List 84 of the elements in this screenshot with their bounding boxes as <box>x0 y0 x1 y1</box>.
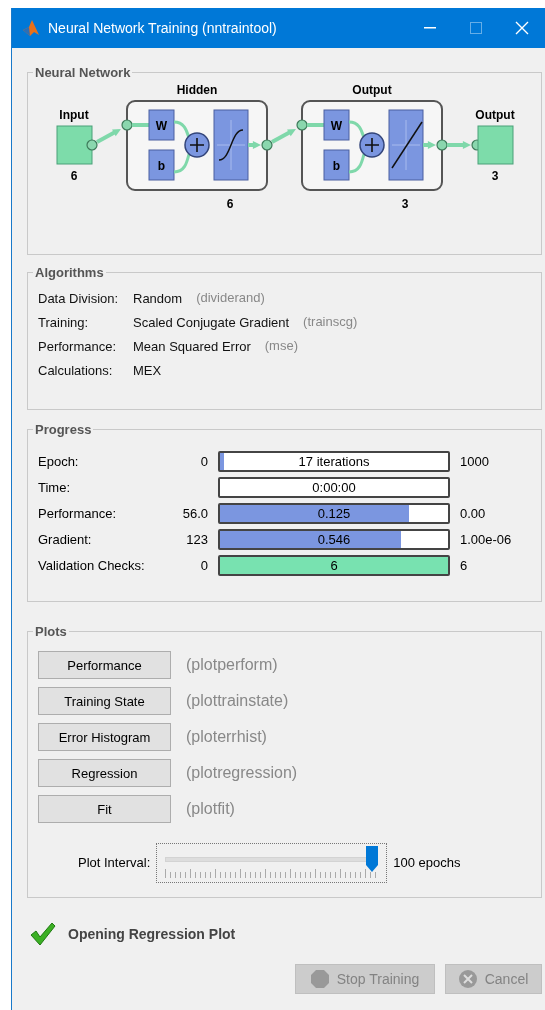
algorithm-label: Training: <box>38 314 90 332</box>
function-name: (plotregression) <box>186 764 298 782</box>
function-name: (dividerand) <box>196 290 265 307</box>
stop-icon <box>310 970 329 988</box>
minimize-icon <box>424 27 436 29</box>
progress-label: Epoch: <box>38 452 80 471</box>
app-logo-icon <box>22 19 40 37</box>
weight-block: W <box>148 109 175 141</box>
close-icon <box>515 21 529 35</box>
end-value: 1.00e-06 <box>460 530 513 549</box>
algorithm-value: MEX <box>133 362 162 380</box>
layer-size: 6 <box>226 197 234 211</box>
layer-title: Output <box>352 83 392 97</box>
panel-title: Algorithms <box>34 265 105 280</box>
end-value: 6 <box>460 556 469 575</box>
transfer-function-block <box>388 109 424 181</box>
progress-label: Gradient: <box>38 530 93 549</box>
connector-arrow <box>248 141 261 149</box>
start-value: 123 <box>185 532 208 547</box>
connection-dot <box>436 139 448 151</box>
plot-interval-slider[interactable] <box>156 843 388 883</box>
connector-arrow <box>96 129 121 144</box>
progress-label: Time: <box>38 478 72 497</box>
function-name: (plottrainstate) <box>186 692 289 710</box>
function-name: (plotperform) <box>186 656 278 674</box>
panel-title: Progress <box>34 422 93 437</box>
input-label: Input <box>59 108 89 122</box>
input-node <box>56 125 93 165</box>
function-name: (mse) <box>264 338 298 355</box>
plot-button[interactable]: Regression <box>38 759 171 787</box>
progress-label: Performance: <box>38 504 118 523</box>
algorithm-value: Scaled Conjugate Gradient <box>133 314 290 332</box>
connector-arrow <box>271 129 296 144</box>
panel-title: Plots <box>34 624 68 639</box>
function-name: (trainscg) <box>303 314 358 331</box>
progress-reading: 0.546 <box>316 531 352 548</box>
status-message: Opening Regression Plot <box>68 926 236 942</box>
connector-line <box>348 120 366 139</box>
function-name: (ploterrhist) <box>186 728 267 746</box>
connector-line <box>173 120 191 139</box>
input-size: 6 <box>70 169 78 183</box>
start-value: 0 <box>199 454 208 469</box>
bias-block: b <box>323 149 350 181</box>
start-value: 0 <box>199 558 208 573</box>
progress-reading: 6 <box>329 557 339 574</box>
plot-button[interactable]: Performance <box>38 651 171 679</box>
plot-button[interactable]: Fit <box>38 795 171 823</box>
connector-arrow <box>423 141 436 149</box>
function-name: (plotfit) <box>186 800 235 818</box>
panel-title: Neural Network <box>34 65 132 80</box>
progress-reading: 17 iterations <box>297 453 371 470</box>
plot-button[interactable]: Error Histogram <box>38 723 171 751</box>
connection-dot <box>86 139 98 151</box>
layer-size: 3 <box>401 197 409 211</box>
sum-icon <box>184 132 210 158</box>
progress-reading: 0.125 <box>316 505 352 522</box>
connector-line <box>173 153 191 174</box>
start-value: 56.0 <box>181 506 208 521</box>
progress-label: Validation Checks: <box>38 556 146 575</box>
window-title: Neural Network Training (nntraintool) <box>48 20 278 36</box>
cancel-icon <box>458 970 477 988</box>
output-label: Output <box>475 108 515 122</box>
transfer-function-block <box>213 109 249 181</box>
connection-dot <box>261 139 273 151</box>
sum-icon <box>359 132 385 158</box>
output-node <box>477 125 514 165</box>
connector-arrow <box>447 141 471 149</box>
plot-button[interactable]: Training State <box>38 687 171 715</box>
algorithm-label: Calculations: <box>38 362 114 380</box>
slider-reading: 100 epochs <box>393 854 461 872</box>
bias-block: b <box>148 149 175 181</box>
maximize-icon <box>470 22 482 34</box>
slider-label: Plot Interval: <box>78 854 151 872</box>
algorithm-value: Mean Squared Error <box>133 338 251 356</box>
weight-block: W <box>323 109 350 141</box>
slider-thumb[interactable] <box>366 846 379 872</box>
output-size: 3 <box>491 169 499 183</box>
layer-title: Hidden <box>176 83 218 97</box>
end-value: 0.00 <box>460 504 487 523</box>
algorithm-label: Performance: <box>38 338 118 356</box>
end-value: 1000 <box>460 452 490 471</box>
connector-line <box>348 153 366 174</box>
algorithm-label: Data Division: <box>38 290 120 308</box>
algorithm-value: Random <box>133 290 183 308</box>
